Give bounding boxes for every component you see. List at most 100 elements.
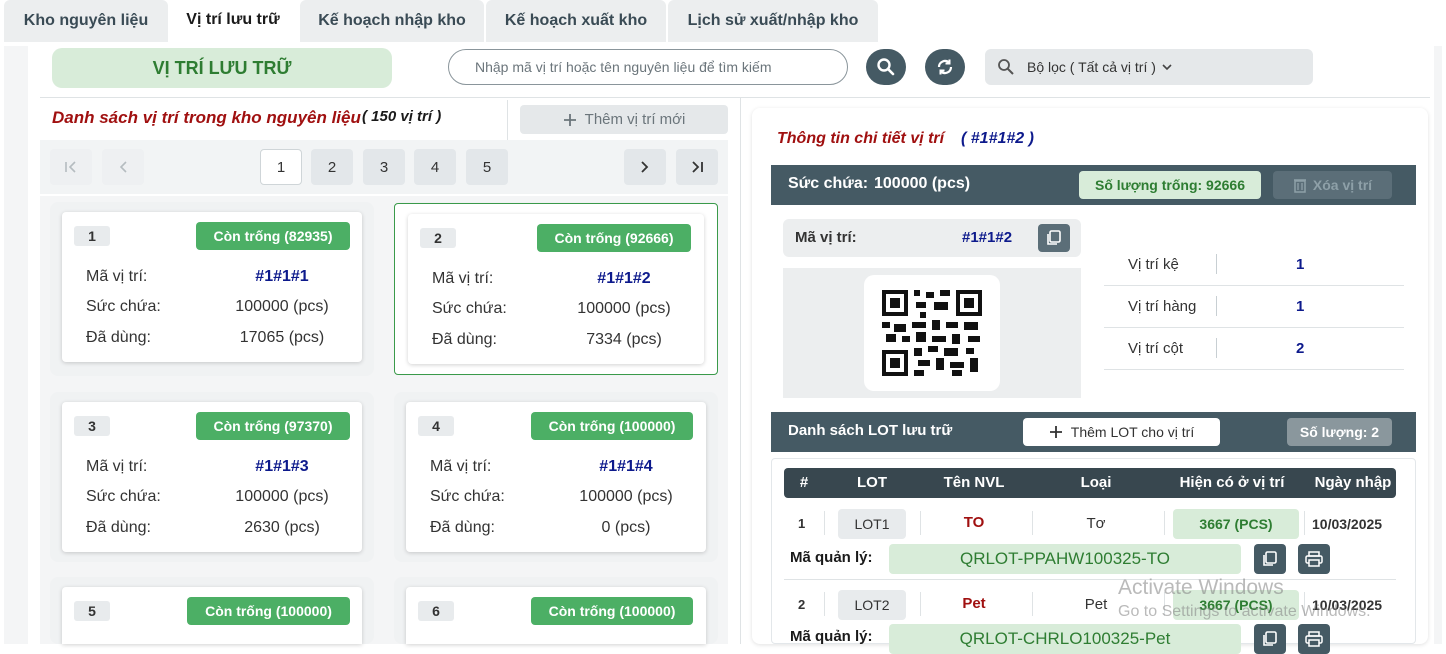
used-label: Đã dùng: bbox=[432, 331, 497, 348]
empty-quantity-badge: Số lượng trống: 92666 bbox=[1079, 171, 1261, 199]
print-button[interactable] bbox=[1298, 624, 1330, 654]
activate-windows-watermark: Activate Windows bbox=[1118, 576, 1284, 599]
previous-page-button[interactable] bbox=[102, 149, 144, 185]
position-row: Vị trí kệ 1 bbox=[1104, 244, 1404, 286]
add-location-label: Thêm vị trí mới bbox=[584, 111, 686, 128]
position-label: Vị trí cột bbox=[1128, 340, 1184, 357]
chevron-right-icon bbox=[641, 161, 649, 173]
location-card[interactable]: 6 Còn trống (100000) bbox=[406, 587, 706, 644]
tab-storage-location[interactable]: Vị trí lưu trữ bbox=[168, 0, 298, 42]
page-button-3[interactable]: 3 bbox=[363, 149, 405, 185]
search-button[interactable] bbox=[866, 49, 906, 85]
material-name: Pet bbox=[962, 595, 986, 612]
tab-history[interactable]: Lịch sử xuất/nhập kho bbox=[668, 0, 878, 42]
divider bbox=[1304, 511, 1305, 535]
delete-location-label: Xóa vị trí bbox=[1312, 177, 1373, 193]
detail-title: Thông tin chi tiết vị trí bbox=[777, 130, 945, 147]
first-page-button[interactable] bbox=[50, 149, 92, 185]
manager-code-value: QRLOT-CHRLO100325-Pet bbox=[889, 624, 1241, 654]
search-placeholder: Nhập mã vị trí hoặc tên nguyên liệu để t… bbox=[475, 59, 772, 75]
used-value: 17065 (pcs) bbox=[239, 329, 325, 346]
print-button[interactable] bbox=[1298, 544, 1330, 574]
divider bbox=[920, 511, 921, 535]
position-row: Vị trí cột 2 bbox=[1104, 328, 1404, 370]
card-number: 6 bbox=[418, 601, 454, 621]
capacity-label: Sức chứa: bbox=[432, 300, 507, 317]
location-card[interactable]: 5 Còn trống (100000) bbox=[62, 587, 362, 644]
column-header-lot: LOT bbox=[857, 474, 887, 491]
column-header-material-name: Tên NVL bbox=[943, 474, 1005, 491]
trash-icon bbox=[1293, 179, 1306, 193]
used-label: Đã dùng: bbox=[86, 519, 151, 536]
page-button-4[interactable]: 4 bbox=[414, 149, 456, 185]
location-count: ( 150 vị trí ) bbox=[362, 108, 442, 125]
detail-location-code: ( #1#1#2 ) bbox=[961, 130, 1034, 147]
status-badge: Còn trống (100000) bbox=[531, 412, 693, 440]
position-value: 1 bbox=[1296, 298, 1305, 315]
copy-icon bbox=[1263, 551, 1277, 566]
divider bbox=[1032, 511, 1033, 535]
refresh-icon bbox=[937, 59, 953, 75]
manager-code-value: QRLOT-PPAHW100325-TO bbox=[889, 544, 1241, 574]
filter-label: Bộ lọc ( Tất cả vị trí ) bbox=[1027, 59, 1156, 75]
import-date: 10/03/2025 bbox=[1312, 516, 1383, 532]
location-code-label: Mã vị trí: bbox=[86, 268, 148, 285]
location-code-value: #1#1#1 bbox=[255, 268, 309, 285]
lot-index: 2 bbox=[798, 597, 806, 612]
first-page-icon bbox=[65, 161, 76, 173]
divider bbox=[1216, 254, 1217, 274]
copy-button[interactable] bbox=[1038, 224, 1070, 252]
search-icon bbox=[998, 59, 1014, 75]
location-list-title: Danh sách vị trí trong kho nguyên liệu bbox=[52, 108, 361, 127]
location-code-value: #1#1#3 bbox=[255, 458, 309, 475]
capacity-label: Sức chứa: bbox=[788, 175, 869, 192]
delete-location-button[interactable]: Xóa vị trí bbox=[1273, 171, 1392, 199]
tab-export-plan[interactable]: Kế hoạch xuất kho bbox=[486, 0, 666, 42]
location-card[interactable]: 4 Còn trống (100000) Mã vị trí: #1#1#4 S… bbox=[406, 402, 706, 552]
location-card[interactable]: 2 Còn trống (92666) Mã vị trí: #1#1#2 Sứ… bbox=[408, 214, 704, 364]
next-page-button[interactable] bbox=[624, 149, 666, 185]
plus-icon bbox=[1049, 426, 1062, 438]
printer-icon bbox=[1305, 631, 1323, 647]
position-value: 1 bbox=[1296, 256, 1305, 273]
available-quantity: 3667 (PCS) bbox=[1173, 509, 1299, 539]
location-card[interactable]: 3 Còn trống (97370) Mã vị trí: #1#1#3 Sứ… bbox=[62, 402, 362, 552]
location-code-value: #1#1#4 bbox=[599, 458, 653, 475]
add-lot-label: Thêm LOT cho vị trí bbox=[1070, 424, 1195, 440]
column-header-import-date: Ngày nhập bbox=[1314, 474, 1392, 491]
search-input[interactable]: Nhập mã vị trí hoặc tên nguyên liệu để t… bbox=[448, 49, 848, 85]
add-lot-button[interactable]: Thêm LOT cho vị trí bbox=[1023, 418, 1220, 446]
tab-bar: Kho nguyên liệu Vị trí lưu trữ Kế hoạch … bbox=[0, 0, 1446, 46]
divider bbox=[1216, 338, 1217, 358]
copy-icon bbox=[1047, 230, 1061, 245]
location-code-value: #1#1#2 bbox=[962, 229, 1013, 246]
status-badge: Còn trống (82935) bbox=[196, 222, 350, 250]
card-number: 4 bbox=[418, 416, 454, 436]
location-card[interactable]: 1 Còn trống (82935) Mã vị trí: #1#1#1 Sứ… bbox=[62, 212, 362, 362]
location-filter-dropdown[interactable]: Bộ lọc ( Tất cả vị trí ) bbox=[985, 49, 1313, 85]
location-code-label: Mã vị trí: bbox=[430, 458, 492, 475]
chevron-down-icon bbox=[1162, 64, 1172, 71]
copy-button[interactable] bbox=[1254, 624, 1286, 654]
divider bbox=[1164, 511, 1165, 535]
used-value: 2630 (pcs) bbox=[244, 519, 320, 536]
divider bbox=[507, 100, 508, 140]
refresh-button[interactable] bbox=[925, 49, 965, 85]
copy-button[interactable] bbox=[1254, 544, 1286, 574]
add-location-button[interactable]: Thêm vị trí mới bbox=[520, 105, 728, 134]
qr-code-icon bbox=[882, 290, 982, 376]
capacity-value: 100000 (pcs) bbox=[577, 300, 671, 317]
page-button-2[interactable]: 2 bbox=[311, 149, 353, 185]
divider bbox=[824, 511, 825, 535]
last-page-button[interactable] bbox=[676, 149, 718, 185]
lot-section-title: Danh sách LOT lưu trữ bbox=[788, 422, 953, 439]
used-label: Đã dùng: bbox=[86, 329, 151, 346]
manager-code-label: Mã quản lý: bbox=[790, 628, 873, 645]
location-code-label: Mã vị trí: bbox=[795, 229, 857, 246]
tab-import-plan[interactable]: Kế hoạch nhập kho bbox=[300, 0, 484, 42]
divider bbox=[824, 592, 825, 616]
page-button-5[interactable]: 5 bbox=[466, 149, 508, 185]
page-button-1[interactable]: 1 bbox=[260, 149, 302, 185]
capacity-label: Sức chứa: bbox=[86, 298, 161, 315]
tab-raw-material-warehouse[interactable]: Kho nguyên liệu bbox=[4, 0, 168, 42]
